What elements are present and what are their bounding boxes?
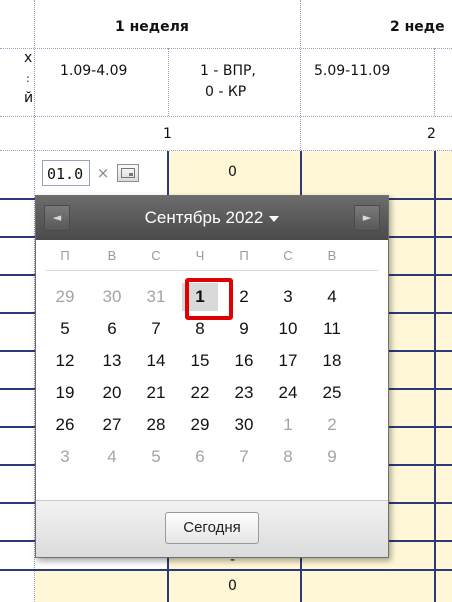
calendar-day[interactable]: 29 xyxy=(182,411,218,439)
row-header-fragment: й xyxy=(24,90,34,106)
calendar-day[interactable]: 15 xyxy=(182,347,218,375)
calendar-day[interactable]: 19 xyxy=(47,379,83,407)
data-cell-area xyxy=(35,570,168,602)
calendar-day[interactable]: 14 xyxy=(138,347,174,375)
calendar-day[interactable]: 26 xyxy=(47,411,83,439)
date-input[interactable]: 01.0 xyxy=(42,160,90,186)
calendar-day[interactable]: 27 xyxy=(94,411,130,439)
datepicker-footer: Сегодня xyxy=(36,500,388,557)
calendar-day[interactable]: 21 xyxy=(138,379,174,407)
calendar-day-outside[interactable]: 6 xyxy=(182,443,218,471)
week2-dates: 5.09-11.09 xyxy=(314,63,391,79)
calendar-day-outside[interactable]: 3 xyxy=(47,443,83,471)
calendar-day[interactable]: 23 xyxy=(226,379,262,407)
calendar-day-outside[interactable]: 9 xyxy=(314,443,350,471)
calendar-day[interactable]: 30 xyxy=(226,411,262,439)
week1-dates: 1.09-4.09 xyxy=(60,63,128,79)
grid-line xyxy=(168,48,169,116)
today-button[interactable]: Сегодня xyxy=(165,512,259,544)
row-header-fragment: : xyxy=(26,72,30,85)
calendar-day[interactable]: 3 xyxy=(270,283,306,311)
grid-line xyxy=(300,0,301,150)
calendar-day[interactable]: 16 xyxy=(226,347,262,375)
divider xyxy=(46,270,378,271)
calendar-day[interactable]: 7 xyxy=(138,315,174,343)
calendar-day[interactable]: 12 xyxy=(47,347,83,375)
month-year-selector[interactable]: Сентябрь 2022 xyxy=(106,196,318,240)
calendar-day-outside[interactable]: 2 xyxy=(314,411,350,439)
next-month-button[interactable]: ► xyxy=(354,205,380,231)
grid-line xyxy=(434,151,436,602)
week2-header: 2 неде xyxy=(390,19,445,35)
weekday-label: В xyxy=(107,248,117,263)
calendar-day[interactable]: 5 xyxy=(47,315,83,343)
caret-down-icon xyxy=(269,215,280,222)
row-header-fragment: х xyxy=(24,50,33,66)
calendar-day-outside[interactable]: 5 xyxy=(138,443,174,471)
month-title: Сентябрь 2022 xyxy=(144,208,264,227)
grid-line xyxy=(0,569,452,571)
grid-line xyxy=(0,48,452,49)
grid-line xyxy=(0,116,452,117)
clear-icon[interactable]: × xyxy=(93,164,113,182)
weekday-label: П xyxy=(60,248,70,263)
calendar-day-outside[interactable]: 7 xyxy=(226,443,262,471)
calendar-day-outside[interactable]: 8 xyxy=(270,443,306,471)
calendar-day-outside[interactable]: 29 xyxy=(47,283,83,311)
calendar-day-outside[interactable]: 4 xyxy=(94,443,130,471)
week2-number: 2 xyxy=(427,126,436,142)
week1-header: 1 неделя xyxy=(115,19,189,35)
grid-line xyxy=(434,48,435,116)
calendar-icon[interactable] xyxy=(117,164,139,182)
datepicker-header: ◄ Сентябрь 2022 ► xyxy=(36,196,388,240)
calendar-day[interactable]: 11 xyxy=(314,315,350,343)
week1-notes: 1 - ВПР, xyxy=(200,63,256,79)
calendar-day[interactable]: 20 xyxy=(94,379,130,407)
calendar-day-outside[interactable]: 30 xyxy=(94,283,130,311)
selected-date-highlight xyxy=(185,278,233,320)
calendar-day[interactable]: 13 xyxy=(94,347,130,375)
calendar-day[interactable]: 28 xyxy=(138,411,174,439)
weekday-header: П В С Ч П С В xyxy=(36,248,388,268)
prev-month-button[interactable]: ◄ xyxy=(44,205,70,231)
calendar-day[interactable]: 22 xyxy=(182,379,218,407)
weekday-label: Ч xyxy=(195,248,205,263)
value-cell[interactable]: 0 xyxy=(228,164,237,180)
datepicker-popup: ◄ Сентябрь 2022 ► П В С Ч П С В 29 30 31 1 2… xyxy=(35,195,389,558)
calendar-day[interactable]: 6 xyxy=(94,315,130,343)
calendar-day[interactable]: 18 xyxy=(314,347,350,375)
calendar-day[interactable]: 25 xyxy=(314,379,350,407)
calendar-day[interactable]: 4 xyxy=(314,283,350,311)
week1-notes: 0 - КР xyxy=(205,84,247,100)
value-cell[interactable]: 0 xyxy=(228,578,237,594)
calendar-day[interactable]: 10 xyxy=(270,315,306,343)
weekday-label: С xyxy=(151,248,161,263)
weekday-label: П xyxy=(239,248,249,263)
weekday-label: В xyxy=(327,248,337,263)
calendar-day-outside[interactable]: 1 xyxy=(270,411,306,439)
calendar-day-outside[interactable]: 31 xyxy=(138,283,174,311)
calendar-day[interactable]: 17 xyxy=(270,347,306,375)
weekday-label: С xyxy=(283,248,293,263)
week1-number: 1 xyxy=(163,126,172,142)
calendar-day[interactable]: 24 xyxy=(270,379,306,407)
